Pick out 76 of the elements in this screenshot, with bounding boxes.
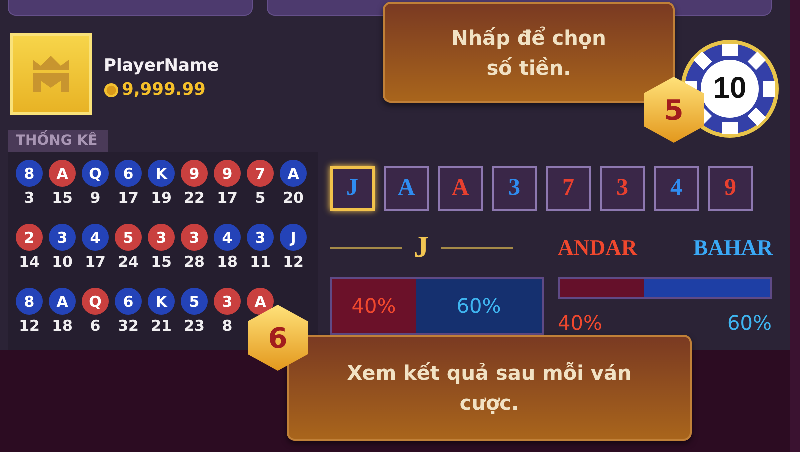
result-dot: J — [280, 224, 307, 251]
result-count: 28 — [184, 253, 205, 271]
result-dot: A — [280, 160, 307, 187]
result-dot: 7 — [247, 160, 274, 187]
result-dot: 8 — [16, 160, 43, 187]
result-dot: Q — [82, 160, 109, 187]
side-label: ANDAR — [558, 235, 638, 261]
result-count: 12 — [19, 317, 40, 335]
result-dot: 5 — [115, 224, 142, 251]
result-dot: 6 — [115, 288, 142, 315]
result-count: 17 — [217, 189, 238, 207]
result-count: 17 — [118, 189, 139, 207]
result-count: 11 — [250, 253, 271, 271]
result-dot: 3 — [214, 288, 241, 315]
result-count: 18 — [52, 317, 73, 335]
result-count: 21 — [151, 317, 172, 335]
result-count: 19 — [151, 189, 172, 207]
player-name: PlayerName — [104, 56, 220, 76]
side-label: BAHAR — [694, 235, 773, 261]
divider-line — [441, 247, 513, 249]
result-dot: K — [148, 160, 175, 187]
result-dot: A — [247, 288, 274, 315]
result-dot: 5 — [181, 288, 208, 315]
result-count: 9 — [90, 189, 101, 207]
andar-percent: 40% — [558, 311, 602, 335]
result-count: 17 — [85, 253, 106, 271]
result-count: 3 — [24, 189, 35, 207]
card-rank: 3 — [616, 175, 628, 202]
coin-icon — [104, 82, 119, 98]
result-dot: Q — [82, 288, 109, 315]
result-count: 23 — [184, 317, 205, 335]
result-count: 15 — [151, 253, 172, 271]
result-count: 18 — [217, 253, 238, 271]
result-dot: 3 — [49, 224, 76, 251]
card-rank: A — [452, 175, 470, 202]
result-dot: 9 — [214, 160, 241, 187]
result-dot: 3 — [148, 224, 175, 251]
result-dot: 4 — [82, 224, 109, 251]
result-dot: 3 — [247, 224, 274, 251]
andar-share: 40% — [332, 279, 416, 333]
result-count: 6 — [90, 317, 101, 335]
result-dot: A — [49, 288, 76, 315]
result-count: 14 — [19, 253, 40, 271]
result-dot: 9 — [181, 160, 208, 187]
card-rank: 7 — [562, 175, 574, 202]
bahar-share: 60% — [416, 279, 542, 333]
result-dot: A — [49, 160, 76, 187]
result-dot: K — [148, 288, 175, 315]
card-rank: 3 — [508, 175, 520, 202]
result-count: 15 — [52, 189, 73, 207]
result-count: 10 — [52, 253, 73, 271]
card-rank: 4 — [670, 175, 682, 202]
hint-text: Nhấp để chọn số tiền. — [450, 24, 608, 82]
result-count: 22 — [184, 189, 205, 207]
bahar-percent: 60% — [728, 311, 772, 335]
result-dot: 8 — [16, 288, 43, 315]
card-rank: J — [346, 175, 358, 202]
crown-logo-icon — [31, 54, 71, 94]
stats-tab[interactable]: THỐNG KÊ — [8, 130, 108, 152]
divider-line — [330, 247, 402, 249]
result-count: 8 — [222, 317, 233, 335]
card-rank: A — [398, 175, 416, 202]
result-count: 12 — [283, 253, 304, 271]
result-count: 20 — [283, 189, 304, 207]
result-dot: 3 — [181, 224, 208, 251]
result-count: 5 — [255, 189, 266, 207]
joker-label: J — [414, 231, 429, 265]
result-dot: 4 — [214, 224, 241, 251]
card-rank: 9 — [724, 175, 736, 202]
result-count: 32 — [118, 317, 139, 335]
avatar[interactable] — [10, 33, 92, 115]
result-dot: 2 — [16, 224, 43, 251]
balance: 9,999.99 — [122, 80, 206, 100]
result-count: 24 — [118, 253, 139, 271]
hint-text: Xem kết quả sau mỗi ván cược. — [346, 360, 633, 417]
result-dot: 6 — [115, 160, 142, 187]
